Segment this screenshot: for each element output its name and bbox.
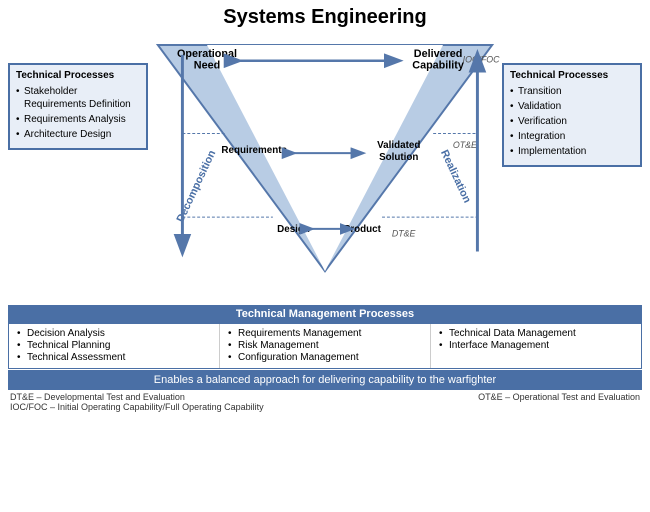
left-tech-box-title: Technical Processes <box>16 70 140 81</box>
footnotes: DT&E – Developmental Test and Evaluation… <box>8 392 642 412</box>
list-item: Interface Management <box>439 340 633 351</box>
list-item: Transition <box>510 85 634 98</box>
right-tech-box: Technical Processes Transition Validatio… <box>502 63 642 167</box>
left-tech-list: Stakeholder Requirements Definition Requ… <box>16 85 140 141</box>
left-tech-box: Technical Processes Stakeholder Requirem… <box>8 63 148 150</box>
svg-text:Realization: Realization <box>438 148 473 205</box>
top-section: Technical Processes Stakeholder Requirem… <box>8 33 642 303</box>
page-wrapper: Systems Engineering Technical Processes … <box>0 0 650 512</box>
svg-text:OT&E: OT&E <box>453 140 477 150</box>
list-item: Technical Data Management <box>439 328 633 339</box>
bottom-col-2: Requirements Management Risk Management … <box>220 324 431 368</box>
bottom-col-1: Decision Analysis Technical Planning Tec… <box>9 324 220 368</box>
svg-text:DT&E: DT&E <box>392 229 416 239</box>
list-item: Stakeholder Requirements Definition <box>16 85 140 111</box>
list-item: Verification <box>510 115 634 128</box>
list-item: Requirements Management <box>228 328 422 339</box>
diagram-area: Technical Processes Stakeholder Requirem… <box>8 33 642 508</box>
right-tech-box-title: Technical Processes <box>510 70 634 81</box>
bottom-col-3: Technical Data Management Interface Mana… <box>431 324 641 368</box>
list-item: Requirements Analysis <box>16 113 140 126</box>
triangle-svg: Operational Need Delivered Capability De… <box>148 33 502 293</box>
bottom-list-1: Decision Analysis Technical Planning Tec… <box>17 328 211 363</box>
bottom-processes: Decision Analysis Technical Planning Tec… <box>8 323 642 369</box>
list-item: Configuration Management <box>228 352 422 363</box>
right-tech-list: Transition Validation Verification Integ… <box>510 85 634 158</box>
list-item: Implementation <box>510 145 634 158</box>
enables-bar: Enables a balanced approach for deliveri… <box>8 370 642 390</box>
svg-text:Capability: Capability <box>412 60 464 72</box>
svg-text:Requirements: Requirements <box>221 145 287 156</box>
svg-text:Need: Need <box>194 60 220 72</box>
list-item: Risk Management <box>228 340 422 351</box>
list-item: Technical Planning <box>17 340 211 351</box>
svg-text:Design: Design <box>277 224 310 235</box>
page-title: Systems Engineering <box>8 6 642 29</box>
footnote-right: OT&E – Operational Test and Evaluation <box>478 392 640 412</box>
svg-text:Solution: Solution <box>379 152 418 163</box>
svg-text:Validated: Validated <box>377 140 420 151</box>
list-item: Integration <box>510 130 634 143</box>
bottom-list-2: Requirements Management Risk Management … <box>228 328 422 363</box>
svg-text:Delivered: Delivered <box>414 48 463 60</box>
list-item: Technical Assessment <box>17 352 211 363</box>
list-item: Validation <box>510 100 634 113</box>
bottom-list-3: Technical Data Management Interface Mana… <box>439 328 633 351</box>
list-item: Architecture Design <box>16 128 140 141</box>
svg-text:Operational: Operational <box>177 48 237 60</box>
footnote-left: DT&E – Developmental Test and Evaluation… <box>10 392 264 412</box>
svg-text:IOC/FOC: IOC/FOC <box>463 55 500 65</box>
center-diagram: Operational Need Delivered Capability De… <box>148 33 502 303</box>
management-section: Technical Management Processes <box>8 305 642 323</box>
list-item: Decision Analysis <box>17 328 211 339</box>
